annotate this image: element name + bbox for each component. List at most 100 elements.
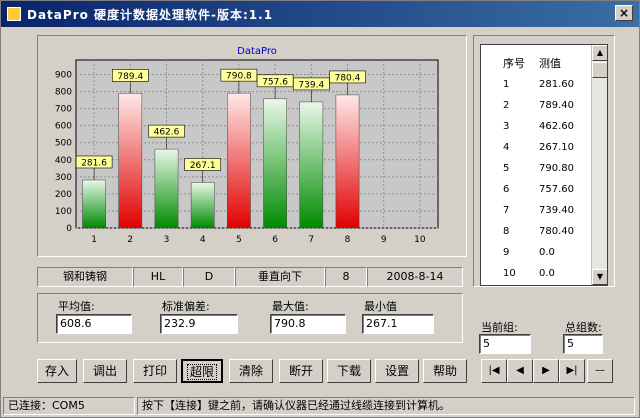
current-group-label: 当前组: <box>481 321 518 334</box>
title-bar[interactable]: DataPro 硬度计数据处理软件-版本:1.1 × <box>1 1 639 27</box>
list-item-index: 9 <box>503 247 510 258</box>
list-item-value: 281.60 <box>539 79 574 90</box>
x-tick-label: 10 <box>414 235 426 245</box>
total-groups-label: 总组数: <box>565 321 602 334</box>
y-tick-label: 0 <box>66 224 72 234</box>
info-scale: HL <box>133 267 183 287</box>
data-label: 780.4 <box>335 73 361 83</box>
load-button[interactable]: 调出 <box>83 359 127 383</box>
header-index: 序号 <box>503 57 525 70</box>
help-button[interactable]: 帮助 <box>423 359 467 383</box>
x-tick-label: 2 <box>127 235 133 245</box>
list-item[interactable]: 3 462.60 <box>481 121 607 132</box>
list-item-value: 757.60 <box>539 184 574 195</box>
min-field[interactable]: 267.1 <box>362 314 434 334</box>
chart-panel: DataPro 0 100 200 300 400 500 600 700 800 900 1 2 3 4 5… <box>37 35 467 257</box>
std-label: 标准偏差: <box>162 300 210 313</box>
clear-button[interactable]: 清除 <box>229 359 273 383</box>
x-tick-label: 5 <box>236 235 242 245</box>
last-record-icon[interactable]: ▶| <box>559 359 585 383</box>
list-item-value: 0.0 <box>539 247 555 258</box>
current-group-field[interactable]: 5 <box>479 334 531 354</box>
bar <box>82 179 106 229</box>
list-item[interactable]: 4 267.10 <box>481 142 607 153</box>
status-message: 按下【连接】键之前，请确认仪器已经通过线缆连接到计算机。 <box>137 397 635 415</box>
list-item-index: 1 <box>503 79 510 90</box>
data-label: 462.6 <box>154 128 180 138</box>
data-label: 739.4 <box>298 80 324 90</box>
list-item[interactable]: 5 790.80 <box>481 163 607 174</box>
list-item-index: 3 <box>503 121 510 132</box>
download-button[interactable]: 下载 <box>327 359 371 383</box>
info-date: 2008-8-14 <box>367 267 463 287</box>
y-tick-label: 800 <box>55 88 72 98</box>
list-item[interactable]: 2 789.40 <box>481 100 607 111</box>
save-button[interactable]: 存入 <box>37 359 77 383</box>
y-tick-label: 200 <box>55 190 72 200</box>
bar <box>299 101 324 229</box>
y-tick-label: 500 <box>55 139 72 149</box>
scroll-up-icon[interactable]: ▲ <box>592 45 607 61</box>
list-item[interactable]: 8 780.40 <box>481 226 607 237</box>
app-icon <box>7 7 21 21</box>
bar <box>335 94 360 229</box>
list-item-value: 739.40 <box>539 205 574 216</box>
list-item-index: 10 <box>503 268 516 279</box>
list-item-index: 6 <box>503 184 510 195</box>
data-label: 789.4 <box>117 72 143 82</box>
scroll-thumb[interactable] <box>592 62 607 78</box>
bar <box>263 98 287 229</box>
x-tick-label: 7 <box>308 235 314 245</box>
list-scrollbar[interactable]: ▲ ▼ <box>591 45 607 285</box>
info-count: 8 <box>325 267 367 287</box>
y-tick-label: 600 <box>55 122 72 132</box>
scroll-down-icon[interactable]: ▼ <box>592 269 607 285</box>
print-button[interactable]: 打印 <box>133 359 177 383</box>
list-item-index: 8 <box>503 226 510 237</box>
next-record-icon[interactable]: ▶ <box>533 359 559 383</box>
bar-chart: DataPro 0 100 200 300 400 500 600 700 800 900 1 2 3 4 5… <box>55 46 439 245</box>
list-item-value: 0.0 <box>539 268 555 279</box>
delete-record-icon[interactable]: — <box>587 359 613 383</box>
max-label: 最大值: <box>272 300 309 313</box>
data-label: 267.1 <box>190 161 216 171</box>
list-item[interactable]: 6 757.60 <box>481 184 607 195</box>
std-field[interactable]: 232.9 <box>160 314 238 334</box>
disconnect-button[interactable]: 断开 <box>279 359 323 383</box>
data-list[interactable]: 序号 测值 1 281.60 2 789.40 3 462.60 4 267.10 5 790.8… <box>480 44 608 286</box>
close-button[interactable]: × <box>615 5 633 21</box>
list-item[interactable]: 9 0.0 <box>481 247 607 258</box>
over-limit-label: 超限 <box>186 364 217 380</box>
stats-panel: 平均值: 608.6 标准偏差: 232.9 最大值: 790.8 最小值 26… <box>37 293 463 343</box>
data-label: 757.6 <box>262 77 288 87</box>
list-item[interactable]: 7 739.40 <box>481 205 607 216</box>
connection-status: 已连接：COM5 <box>3 397 135 415</box>
info-material: 钢和铸钢 <box>37 267 133 287</box>
data-label: 281.6 <box>81 158 107 168</box>
first-record-icon[interactable]: |◀ <box>481 359 507 383</box>
list-item-value: 790.80 <box>539 163 574 174</box>
over-limit-button[interactable]: 超限 <box>181 359 223 383</box>
window-title: DataPro 硬度计数据处理软件-版本:1.1 <box>27 7 274 22</box>
x-tick-label: 1 <box>91 235 97 245</box>
info-probe: D <box>183 267 235 287</box>
chart-title: DataPro <box>237 46 277 57</box>
x-tick-label: 8 <box>345 235 351 245</box>
main-window: DataPro 硬度计数据处理软件-版本:1.1 × DataPro 0 100 20… <box>0 0 640 418</box>
list-item[interactable]: 10 0.0 <box>481 268 607 279</box>
info-direction: 垂直向下 <box>235 267 325 287</box>
x-tick-label: 4 <box>200 235 206 245</box>
header-value: 测值 <box>539 57 561 70</box>
x-tick-label: 3 <box>164 235 170 245</box>
prev-record-icon[interactable]: ◀ <box>507 359 533 383</box>
settings-button[interactable]: 设置 <box>375 359 419 383</box>
status-bar: 已连接：COM5 按下【连接】键之前，请确认仪器已经通过线缆连接到计算机。 <box>1 395 639 417</box>
list-header: 序号 测值 <box>481 55 607 71</box>
avg-label: 平均值: <box>58 300 95 313</box>
data-label: 790.8 <box>226 72 252 82</box>
avg-field[interactable]: 608.6 <box>56 314 132 334</box>
total-groups-field[interactable]: 5 <box>563 334 603 354</box>
max-field[interactable]: 790.8 <box>270 314 346 334</box>
bar <box>227 92 251 229</box>
list-item[interactable]: 1 281.60 <box>481 79 607 90</box>
